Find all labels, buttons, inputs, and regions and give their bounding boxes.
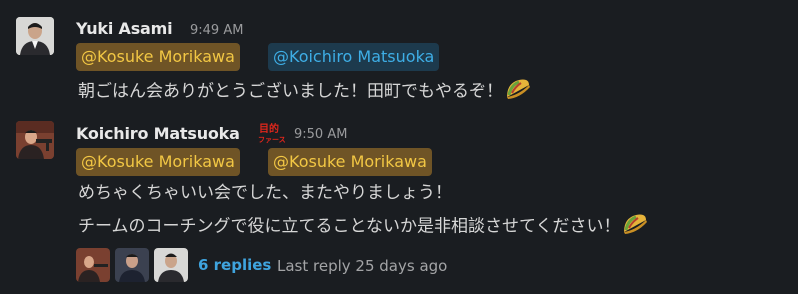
thread-participant-avatar [115, 248, 149, 282]
user-avatar-icon [16, 17, 54, 55]
user-avatar-icon [76, 248, 110, 282]
svg-text:ファースト: ファースト [258, 136, 286, 144]
message-author[interactable]: Yuki Asami [76, 19, 173, 38]
avatar[interactable] [16, 17, 54, 55]
message-item: Koichiro Matsuoka 目的 ファースト 9:50 AM @Kosu… [0, 112, 798, 294]
thread-participant-avatar [154, 248, 188, 282]
user-avatar-icon [16, 121, 54, 159]
message-text: めちゃくちゃいい会でした、またやりましょう！ [78, 183, 452, 203]
message-timestamp[interactable]: 9:49 AM [190, 23, 243, 38]
mention-kosuke-morikawa[interactable]: @Kosuke Morikawa [268, 148, 432, 176]
custom-status-emoji-icon[interactable]: 目的 ファースト [258, 122, 293, 144]
thread-summary[interactable]: 6 replies Last reply 25 days ago [76, 248, 796, 284]
svg-text:目的: 目的 [259, 122, 279, 135]
message-text: チームのコーチングで役に立てることないか是非相談させてください！ [78, 216, 621, 237]
taco-icon[interactable] [622, 212, 648, 241]
message-text: 朝ごはん会ありがとうございました！田町でもやるぞ！ [78, 81, 503, 102]
user-avatar-icon [115, 248, 149, 282]
message-text-line: 朝ごはん会ありがとうございました！田町でもやるぞ！ [78, 77, 531, 106]
mention-koichiro-matsuoka[interactable]: @Koichiro Matsuoka [268, 43, 440, 71]
message-item: Yuki Asami 9:49 AM @Kosuke Morikawa @Koi… [0, 0, 798, 112]
thread-last-reply: Last reply 25 days ago [277, 257, 448, 275]
mention-kosuke-morikawa[interactable]: @Kosuke Morikawa [76, 148, 240, 176]
message-timestamp[interactable]: 9:50 AM [294, 127, 347, 142]
message-text-line: チームのコーチングで役に立てることないか是非相談させてください！ [78, 212, 648, 241]
thread-replies-link[interactable]: 6 replies [198, 256, 271, 274]
message-author[interactable]: Koichiro Matsuoka [76, 124, 240, 143]
user-avatar-icon [154, 248, 188, 282]
mention-kosuke-morikawa[interactable]: @Kosuke Morikawa [76, 43, 240, 71]
taco-icon[interactable] [505, 77, 531, 106]
avatar[interactable] [16, 121, 54, 159]
thread-participant-avatar [76, 248, 110, 282]
